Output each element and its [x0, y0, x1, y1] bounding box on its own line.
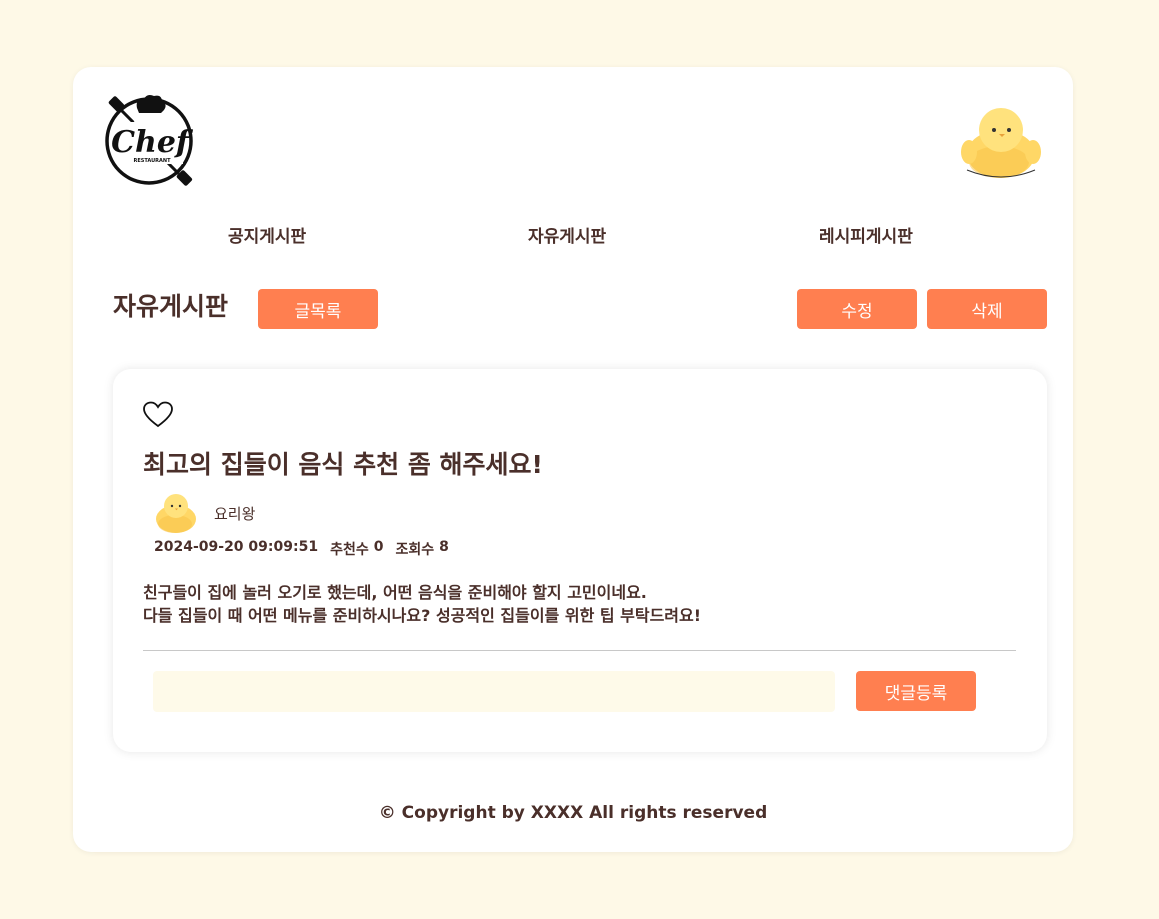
delete-button[interactable]: 삭제	[927, 289, 1047, 329]
post-date: 2024-09-20 09:09:51	[154, 539, 319, 555]
view-count: 조회수 8	[395, 539, 448, 559]
post-body-line: 다들 집들이 때 어떤 메뉴를 준비하시나요? 성공적인 집들이를 위한 팁 부…	[143, 606, 702, 625]
profile-avatar[interactable]	[959, 100, 1043, 184]
author-name: 요리왕	[214, 505, 256, 523]
list-button[interactable]: 글목록	[258, 289, 378, 329]
post-body-line: 친구들이 집에 놀러 오기로 했는데, 어떤 음식을 준비해야 할지 고민이네요…	[143, 583, 647, 602]
post-title: 최고의 집들이 음식 추천 좀 해주세요!	[143, 450, 543, 479]
post-card: 최고의 집들이 음식 추천 좀 해주세요! 요리왕 2024-09-20 09:…	[113, 369, 1047, 752]
views-value: 8	[439, 539, 449, 555]
comment-input[interactable]	[153, 671, 835, 712]
svg-text:RESTAURANT: RESTAURANT	[134, 158, 172, 164]
board-title: 자유게시판	[113, 292, 229, 321]
divider	[143, 650, 1016, 651]
recommend-value: 0	[373, 539, 384, 555]
svg-text:Chef: Chef	[111, 125, 194, 160]
recommend-count: 추천수 0	[330, 539, 383, 559]
author-avatar	[156, 494, 196, 533]
main-card: Chef RESTAURANT 공지게시판 자유게시판 레시피게시판 자유게시판…	[73, 67, 1073, 852]
nav-notice-board[interactable]: 공지게시판	[228, 222, 306, 247]
views-label: 조회수	[395, 542, 435, 558]
footer-copyright: © Copyright by XXXX All rights reserved	[378, 803, 768, 823]
chef-restaurant-logo[interactable]: Chef RESTAURANT	[103, 92, 195, 190]
comment-submit-button[interactable]: 댓글등록	[856, 671, 976, 711]
post-body: 친구들이 집에 놀러 오기로 했는데, 어떤 음식을 준비해야 할지 고민이네요…	[143, 581, 701, 627]
recommend-label: 추천수	[330, 542, 369, 558]
nav-free-board[interactable]: 자유게시판	[528, 222, 606, 247]
heart-icon[interactable]	[143, 401, 173, 429]
nav-recipe-board[interactable]: 레시피게시판	[819, 222, 913, 247]
edit-button[interactable]: 수정	[797, 289, 917, 329]
post-meta: 2024-09-20 09:09:51 추천수 0 조회수 8	[154, 539, 449, 559]
